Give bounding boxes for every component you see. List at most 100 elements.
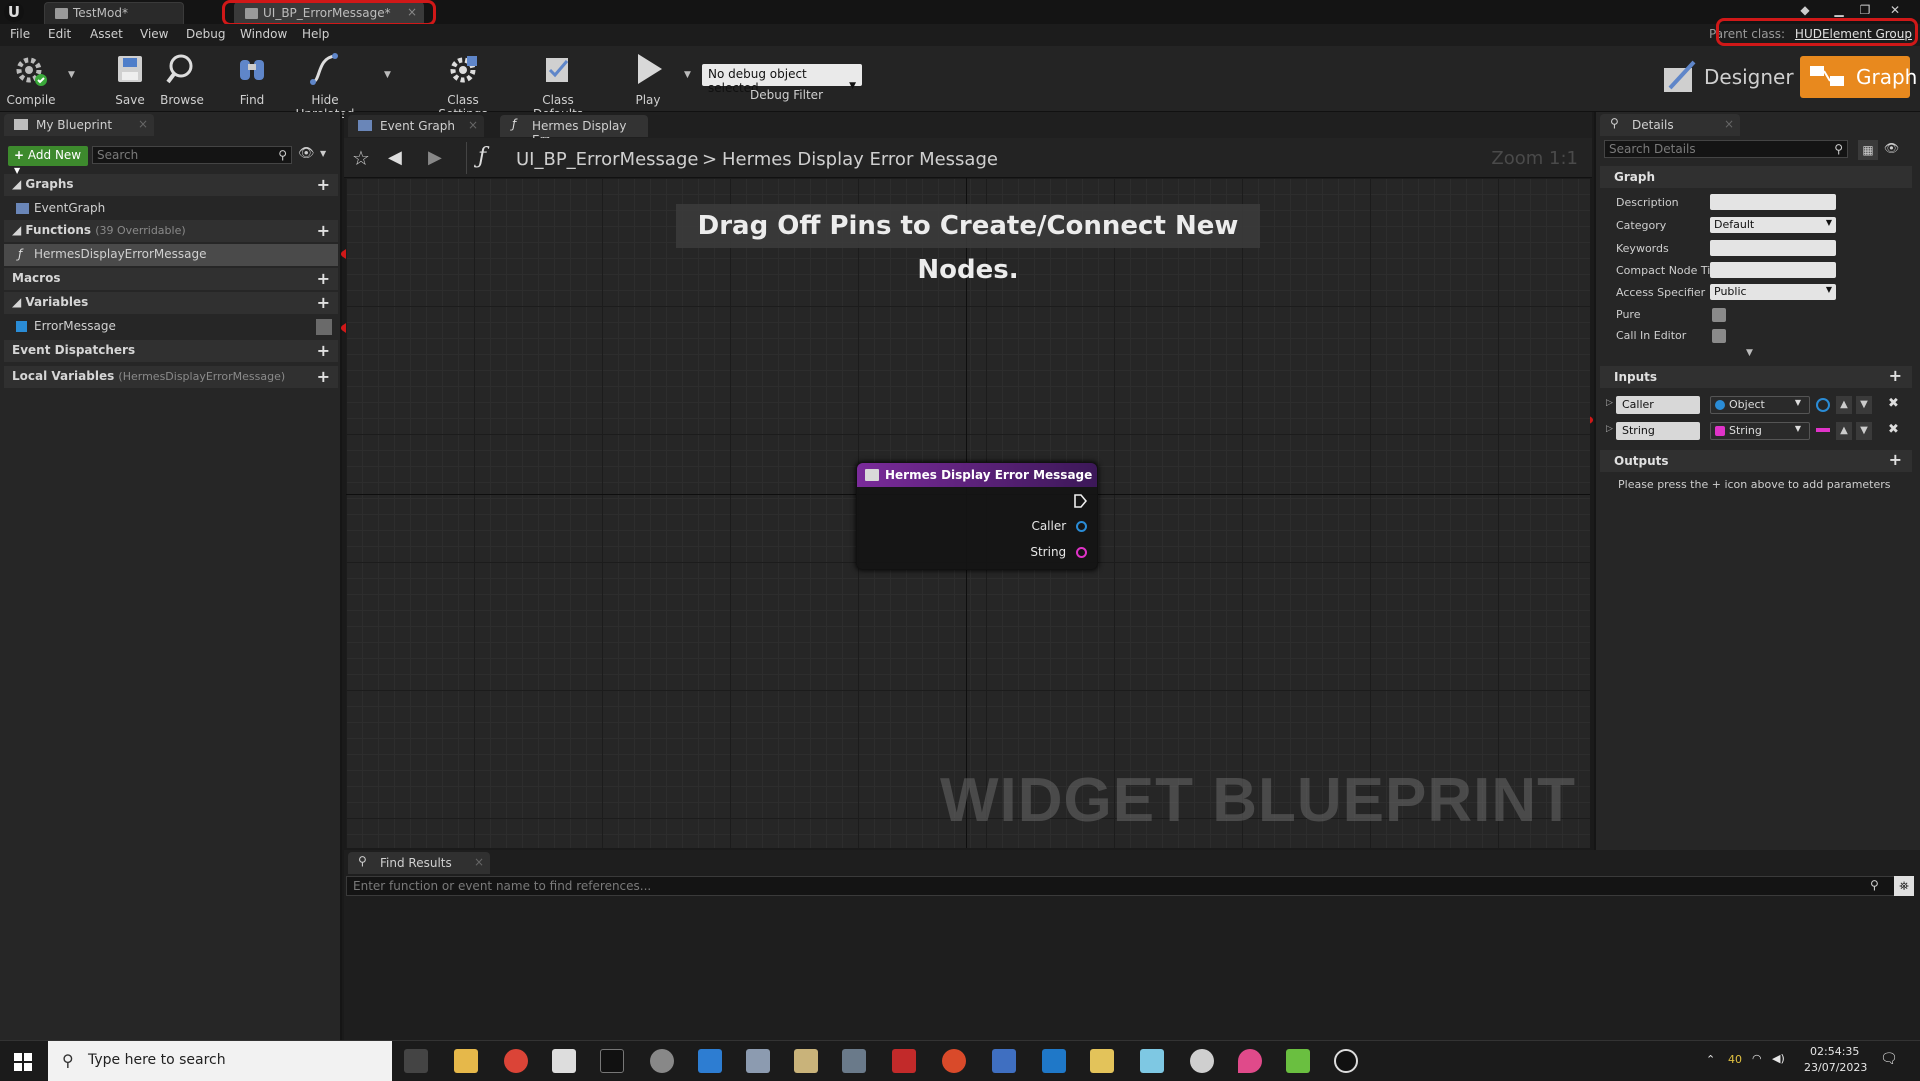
unreal-engine-taskbar-icon[interactable]	[1334, 1049, 1358, 1073]
list-item-function[interactable]: ƒ HermesDisplayErrorMessage	[4, 244, 338, 266]
back-arrow-icon[interactable]: ◀	[388, 147, 402, 168]
app-icon[interactable]	[1042, 1049, 1066, 1073]
windows-start-icon[interactable]	[14, 1053, 32, 1071]
call-in-editor-checkbox[interactable]	[1712, 329, 1726, 343]
list-item-eventgraph[interactable]: EventGraph	[4, 198, 338, 220]
section-graph[interactable]: Graph	[1600, 166, 1912, 188]
add-new-button[interactable]: + Add New ▼	[8, 146, 88, 175]
app-icon[interactable]	[992, 1049, 1016, 1073]
function-entry-node[interactable]: Hermes Display Error Message Caller Stri…	[856, 462, 1098, 570]
expand-arrow-icon[interactable]: ▷	[1606, 398, 1613, 408]
visibility-toggle-icon[interactable]	[316, 319, 332, 335]
section-variables[interactable]: ◢ Variables +	[4, 292, 338, 314]
section-functions[interactable]: ◢ Functions (39 Overridable) +	[4, 220, 338, 242]
section-macros[interactable]: Macros +	[4, 268, 338, 290]
graph-mode-button[interactable]: Graph	[1800, 56, 1917, 98]
browse-button[interactable]: Browse	[158, 50, 206, 107]
eye-icon[interactable]: 👁	[1884, 141, 1899, 155]
category-select[interactable]: Default ▼	[1710, 217, 1836, 233]
menu-view[interactable]: View	[140, 27, 168, 41]
app-icon[interactable]	[1190, 1049, 1214, 1073]
find-button[interactable]: Find	[230, 50, 274, 107]
hide-unrelated-caret[interactable]: ▼	[384, 70, 391, 80]
tab-event-graph[interactable]: Event Graph ×	[348, 115, 484, 137]
chevron-down-icon[interactable]: ▼	[320, 149, 326, 158]
chrome-icon[interactable]	[504, 1049, 528, 1073]
menu-asset[interactable]: Asset	[90, 27, 123, 41]
task-view-icon[interactable]	[404, 1049, 428, 1073]
notifications-icon[interactable]: 🗨	[1880, 1051, 1898, 1067]
app-icon[interactable]	[794, 1049, 818, 1073]
node-header[interactable]: Hermes Display Error Message	[857, 463, 1097, 487]
list-item-variable[interactable]: ErrorMessage	[4, 316, 338, 338]
section-event-dispatchers[interactable]: Event Dispatchers +	[4, 340, 338, 362]
notepad-icon[interactable]	[552, 1049, 576, 1073]
menu-edit[interactable]: Edit	[48, 27, 71, 41]
tab-details[interactable]: ⚲ Details ×	[1600, 114, 1740, 136]
add-local-variable-plus-icon[interactable]: +	[317, 367, 330, 386]
description-field[interactable]	[1710, 194, 1836, 210]
section-inputs[interactable]: Inputs +	[1600, 366, 1912, 388]
tab-my-blueprint[interactable]: My Blueprint ×	[4, 114, 154, 136]
close-icon[interactable]: ×	[468, 118, 478, 132]
app-icon[interactable]	[698, 1049, 722, 1073]
close-icon[interactable]: ×	[1724, 117, 1734, 131]
compile-options-caret[interactable]: ▼	[68, 70, 75, 80]
pin-caller[interactable]: Caller	[1031, 519, 1087, 533]
close-icon[interactable]: ×	[474, 855, 484, 869]
hide-unrelated-button[interactable]: Hide Unrelated	[284, 50, 366, 121]
menu-file[interactable]: File	[10, 27, 30, 41]
param-name-string[interactable]: String	[1616, 422, 1700, 440]
app-icon[interactable]	[842, 1049, 866, 1073]
single-container-icon[interactable]	[1816, 398, 1830, 412]
blueprint-search-input[interactable]: Search ⚲	[92, 146, 292, 164]
param-type-caller[interactable]: Object ▼	[1710, 396, 1810, 414]
restore-icon[interactable]: ❐	[1856, 2, 1874, 18]
close-icon[interactable]: ×	[138, 117, 148, 131]
graph-canvas[interactable]: Drag Off Pins to Create/Connect New Node…	[346, 178, 1590, 848]
param-name-caller[interactable]: Caller	[1616, 396, 1700, 414]
add-variable-plus-icon[interactable]: +	[317, 293, 330, 312]
designer-mode-button[interactable]: Designer ›	[1660, 58, 1818, 96]
pin-string[interactable]: String	[1030, 545, 1087, 559]
move-down-button[interactable]: ▼	[1856, 396, 1872, 414]
remove-param-icon[interactable]: ✖	[1888, 396, 1899, 411]
add-dispatcher-plus-icon[interactable]: +	[317, 341, 330, 360]
section-outputs[interactable]: Outputs +	[1600, 450, 1912, 472]
exec-pin-icon[interactable]	[1073, 493, 1087, 509]
object-pin-icon[interactable]	[1076, 521, 1087, 532]
section-graphs[interactable]: ◢ Graphs +	[4, 174, 338, 196]
grid-view-icon[interactable]: ▦	[1858, 140, 1878, 160]
debug-object-select[interactable]: No debug object selected ▼	[702, 64, 862, 95]
compact-node-title-field[interactable]	[1710, 262, 1836, 278]
app-icon[interactable]	[1238, 1049, 1262, 1073]
class-settings-button[interactable]: Class Settings	[422, 50, 504, 121]
app-icon[interactable]	[1090, 1049, 1114, 1073]
app-icon[interactable]	[892, 1049, 916, 1073]
binoculars-icon[interactable]: ⛯	[1894, 876, 1914, 896]
section-local-variables[interactable]: Local Variables (HermesDisplayErrorMessa…	[4, 366, 338, 388]
play-button[interactable]: Play	[626, 50, 670, 107]
move-up-button[interactable]: ▲	[1836, 396, 1852, 414]
doc-tab-testmod[interactable]: TestMod*	[44, 2, 184, 24]
app-icon[interactable]	[1140, 1049, 1164, 1073]
menu-debug[interactable]: Debug	[186, 27, 225, 41]
add-graph-plus-icon[interactable]: +	[317, 175, 330, 194]
wifi-icon[interactable]: ◠	[1752, 1052, 1762, 1065]
app-icon[interactable]	[1286, 1049, 1310, 1073]
eye-icon[interactable]: 👁	[298, 146, 315, 161]
star-icon[interactable]: ☆	[352, 146, 370, 170]
details-search-input[interactable]: Search Details ⚲	[1604, 140, 1848, 158]
speaker-icon[interactable]: ◀)	[1772, 1052, 1785, 1065]
tab-hermes-display-err[interactable]: ƒ Hermes Display Err	[500, 115, 648, 147]
expand-advanced-icon[interactable]: ▼	[1746, 348, 1753, 358]
add-output-plus-icon[interactable]: +	[1889, 450, 1902, 469]
move-up-button[interactable]: ▲	[1836, 422, 1852, 440]
notification-icon[interactable]: ◆	[1796, 2, 1814, 18]
keywords-field[interactable]	[1710, 240, 1836, 256]
taskbar-search-input[interactable]: ⚲ Type here to search	[48, 1041, 392, 1081]
string-pin-icon[interactable]	[1076, 547, 1087, 558]
find-results-input[interactable]: Enter function or event name to find ref…	[346, 876, 1896, 896]
pure-checkbox[interactable]	[1712, 308, 1726, 322]
menu-window[interactable]: Window	[240, 27, 287, 41]
